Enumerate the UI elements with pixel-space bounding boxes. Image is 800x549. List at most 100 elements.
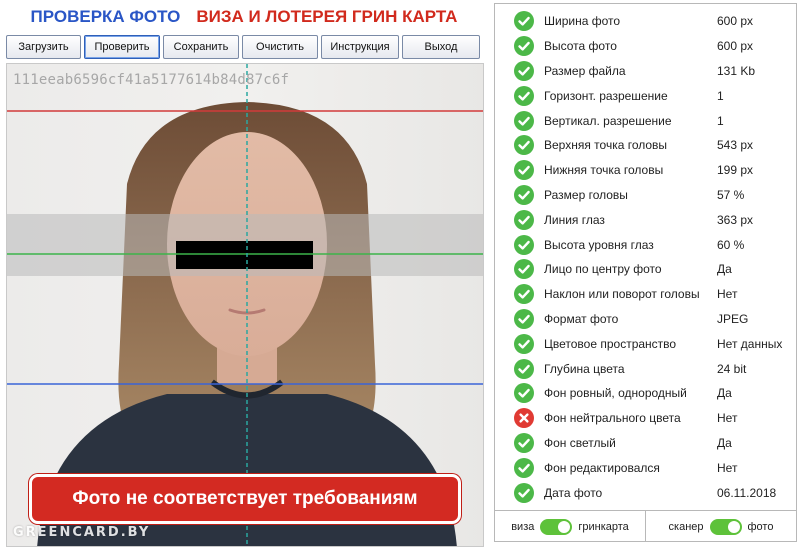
check-label: Фон нейтрального цвета xyxy=(544,411,681,426)
check-value: Да xyxy=(717,435,732,450)
save-button[interactable]: Сохранить xyxy=(163,35,239,59)
title-photo-check: ПРОВЕРКА ФОТО xyxy=(30,7,181,26)
check-value: Да xyxy=(717,262,732,277)
check-button[interactable]: Проверить xyxy=(84,35,160,59)
check-circle-icon xyxy=(514,358,534,379)
check-value: 1 xyxy=(717,88,724,103)
check-label: Фон редактировался xyxy=(544,460,660,475)
check-results-panel: Ширина фото 600 px Высота фото 600 px Размер… xyxy=(494,3,797,542)
check-circle-icon xyxy=(514,11,534,32)
check-circle-icon xyxy=(514,482,534,503)
check-row: Дата фото 06.11.2018 xyxy=(495,480,796,505)
check-row: Формат фото JPEG xyxy=(495,307,796,332)
check-row: Высота фото 600 px xyxy=(495,34,796,59)
check-label: Линия глаз xyxy=(544,212,605,227)
check-label: Формат фото xyxy=(544,311,619,326)
check-circle-icon xyxy=(514,259,534,280)
check-circle-icon xyxy=(514,135,534,156)
check-row: Нижняя точка головы 199 px xyxy=(495,158,796,183)
check-row: Глубина цвета 24 bit xyxy=(495,356,796,381)
scanner-photo-toggle[interactable] xyxy=(709,518,742,535)
check-circle-icon xyxy=(514,234,534,255)
check-label: Высота уровня глаз xyxy=(544,237,654,252)
exit-button[interactable]: Выход xyxy=(402,35,480,59)
check-value: 363 px xyxy=(717,212,754,227)
check-row: Горизонт. разрешение 1 xyxy=(495,83,796,108)
site-watermark-logo: GREENCARD.BY xyxy=(13,525,151,540)
cross-circle-icon xyxy=(514,408,534,429)
check-row: Размер головы 57 % xyxy=(495,183,796,208)
check-row: Цветовое пространство Нет данных xyxy=(495,331,796,356)
toggle-greencard-label: гринкарта xyxy=(578,520,629,533)
check-circle-icon xyxy=(514,184,534,205)
clear-button[interactable]: Очистить xyxy=(242,35,318,59)
scanner-photo-toggle-group: сканер фото xyxy=(645,511,796,542)
check-row: Линия глаз 363 px xyxy=(495,207,796,232)
check-label: Фон светлый xyxy=(544,435,616,450)
upload-button[interactable]: Загрузить xyxy=(6,35,81,59)
check-row: Верхняя точка головы 543 px xyxy=(495,133,796,158)
check-circle-icon xyxy=(514,457,534,478)
check-value: 57 % xyxy=(717,187,745,202)
check-value: Нет xyxy=(717,411,738,426)
toggle-photo-label: фото xyxy=(747,520,774,533)
check-label: Дата фото xyxy=(544,485,603,500)
check-circle-icon xyxy=(514,110,534,131)
check-circle-icon xyxy=(514,432,534,453)
check-circle-icon xyxy=(514,36,534,57)
toggle-knob xyxy=(558,520,571,533)
check-label: Нижняя точка головы xyxy=(544,163,664,178)
check-circle-icon xyxy=(514,209,534,230)
check-row: Лицо по центру фото Да xyxy=(495,257,796,282)
instructions-button[interactable]: Инструкция xyxy=(321,35,399,59)
photo-preview: 111eeab6596cf41a5177614b84d87c6f Фото не… xyxy=(6,63,484,547)
check-circle-icon xyxy=(514,160,534,181)
check-label: Высота фото xyxy=(544,39,617,54)
check-row: Размер файла 131 Kb xyxy=(495,59,796,84)
check-value: 24 bit xyxy=(717,361,747,376)
check-label: Ширина фото xyxy=(544,14,621,29)
title-visa-lottery: ВИЗА И ЛОТЕРЕЯ ГРИН КАРТА xyxy=(196,7,458,26)
mode-toggles: виза гринкарта сканер фото xyxy=(495,510,796,542)
check-value: 600 px xyxy=(717,14,754,29)
check-value: 199 px xyxy=(717,163,754,178)
check-circle-icon xyxy=(514,85,534,106)
check-value: 1 xyxy=(717,113,724,128)
eye-censor-bar xyxy=(176,241,313,269)
check-label: Лицо по центру фото xyxy=(544,262,662,277)
check-label: Фон ровный, однородный xyxy=(544,386,687,401)
check-row: Высота уровня глаз 60 % xyxy=(495,232,796,257)
check-value: 06.11.2018 xyxy=(717,485,777,500)
check-label: Вертикал. разрешение xyxy=(544,113,672,128)
check-row: Ширина фото 600 px xyxy=(495,9,796,34)
app-header: ПРОВЕРКА ФОТО ВИЗА И ЛОТЕРЕЯ ГРИН КАРТА xyxy=(0,4,488,30)
check-label: Размер файла xyxy=(544,63,626,78)
check-circle-icon xyxy=(514,383,534,404)
check-label: Размер головы xyxy=(544,187,628,202)
toolbar: Загрузить Проверить Сохранить Очистить И… xyxy=(6,35,486,59)
visa-greencard-toggle[interactable] xyxy=(540,518,573,535)
check-row: Фон нейтрального цвета Нет xyxy=(495,406,796,431)
check-row: Фон редактировался Нет xyxy=(495,455,796,480)
check-value: Нет xyxy=(717,460,738,475)
check-value: 60 % xyxy=(717,237,745,252)
check-value: 543 px xyxy=(717,138,754,153)
check-value: JPEG xyxy=(717,311,749,326)
toggle-knob xyxy=(727,520,740,533)
check-label: Наклон или поворот головы xyxy=(544,287,700,302)
check-row: Фон ровный, однородный Да xyxy=(495,381,796,406)
check-label: Верхняя точка головы xyxy=(544,138,668,153)
check-circle-icon xyxy=(514,308,534,329)
check-value: Нет данных xyxy=(717,336,783,351)
check-label: Горизонт. разрешение xyxy=(544,88,668,103)
requirements-warning: Фото не соответствует требованиям xyxy=(29,474,461,524)
check-circle-icon xyxy=(514,60,534,81)
toggle-scanner-label: сканер xyxy=(668,520,704,533)
check-value: 600 px xyxy=(717,39,754,54)
check-label: Глубина цвета xyxy=(544,361,625,376)
check-value: Да xyxy=(717,386,732,401)
check-list: Ширина фото 600 px Высота фото 600 px Размер… xyxy=(495,9,796,505)
check-label: Цветовое пространство xyxy=(544,336,677,351)
check-value: 131 Kb xyxy=(717,63,756,78)
check-row: Наклон или поворот головы Нет xyxy=(495,282,796,307)
